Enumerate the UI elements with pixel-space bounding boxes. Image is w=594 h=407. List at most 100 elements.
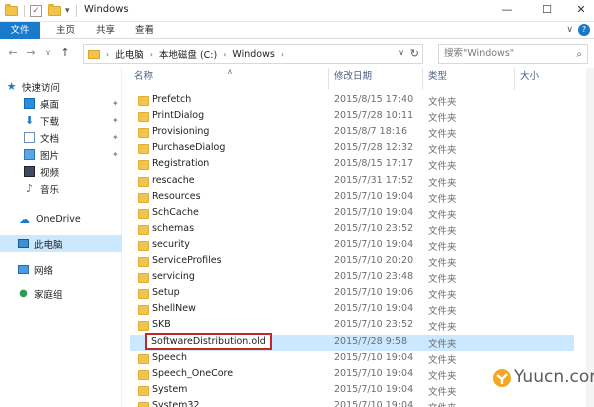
table-row[interactable]: Provisioning 2015/8/7 18:16 文件夹	[130, 125, 574, 141]
file-date-modified: 2015/7/10 19:06	[334, 287, 414, 299]
table-row[interactable]: System32 2015/7/10 19:04 文件夹	[130, 399, 574, 407]
pin-icon[interactable]: ✦	[112, 99, 119, 108]
up-arrow-icon[interactable]: ↑	[58, 46, 72, 60]
folder-icon	[138, 289, 149, 300]
sidebar-item-onedrive[interactable]: ☁ OneDrive	[0, 211, 122, 228]
file-date-modified: 2015/7/10 23:52	[334, 222, 414, 234]
breadcrumb-local-disk[interactable]: 本地磁盘 (C:)	[159, 47, 217, 61]
table-row[interactable]: PrintDialog 2015/7/28 10:11 文件夹	[130, 109, 574, 125]
close-button[interactable]: ✕	[571, 3, 591, 17]
search-input[interactable]: 搜索"Windows" ⌕	[438, 44, 588, 64]
sidebar-item-quick-access[interactable]: ★ 快速访问	[0, 78, 122, 95]
sidebar-item-downloads[interactable]: ⬇ 下载 ✦	[0, 112, 122, 129]
address-bar[interactable]: › 此电脑 › 本地磁盘 (C:) › Windows › ∨ ↻	[83, 44, 423, 64]
table-row[interactable]: ShellNew 2015/7/10 19:04 文件夹	[130, 302, 574, 318]
scrollbar[interactable]	[586, 68, 594, 407]
help-icon[interactable]: ?	[578, 24, 590, 36]
pin-icon[interactable]: ✦	[112, 116, 119, 125]
table-row[interactable]: SchCache 2015/7/10 19:04 文件夹	[130, 206, 574, 222]
file-name: Setup	[152, 287, 180, 299]
expand-ribbon-icon[interactable]: ∨	[566, 25, 573, 35]
sidebar-item-label: OneDrive	[36, 214, 81, 225]
forward-arrow-icon[interactable]: →	[24, 46, 38, 60]
file-type: 文件夹	[428, 193, 457, 205]
folder-icon	[138, 96, 149, 106]
file-name: Prefetch	[152, 94, 192, 105]
file-date-modified: 2015/7/10 19:04	[334, 190, 414, 202]
pin-icon[interactable]: ✦	[112, 133, 119, 142]
breadcrumb-separator: ›	[106, 49, 110, 59]
column-type[interactable]: 类型	[424, 68, 516, 86]
sidebar-item-pictures[interactable]: 图片 ✦	[0, 146, 122, 163]
table-row[interactable]: rescache 2015/7/31 17:52 文件夹	[130, 174, 574, 190]
table-row[interactable]: Resources 2015/7/10 19:04 文件夹	[130, 190, 574, 206]
new-folder-icon[interactable]	[48, 3, 61, 19]
column-divider[interactable]	[514, 68, 515, 90]
folder-icon	[138, 353, 149, 364]
tab-view[interactable]: 查看	[129, 22, 160, 39]
sidebar-item-network[interactable]: 网络	[0, 261, 122, 278]
file-date-modified: 2015/7/28 10:11	[334, 110, 414, 122]
file-date-modified: 2015/7/28 9:58	[334, 335, 408, 347]
address-dropdown-icon[interactable]: ∨	[398, 48, 404, 57]
title-bar: ✓ ▾ Windows — ☐ ✕	[0, 0, 594, 22]
table-row[interactable]: Prefetch 2015/8/15 17:40 文件夹	[130, 93, 574, 109]
column-date-modified[interactable]: 修改日期	[330, 68, 424, 86]
table-row[interactable]: Registration 2015/8/15 17:17 文件夹	[130, 157, 574, 173]
breadcrumb-separator[interactable]: ›	[223, 50, 226, 59]
file-name: schemas	[152, 222, 195, 234]
file-date-modified: 2015/7/10 19:04	[334, 206, 414, 218]
tab-home[interactable]: 主页	[50, 22, 81, 39]
file-name: Registration	[152, 158, 210, 170]
ribbon: 文件 主页 共享 查看 ∨?	[0, 22, 594, 39]
tab-share[interactable]: 共享	[90, 22, 121, 39]
file-name: security	[152, 238, 190, 250]
table-row[interactable]: security 2015/7/10 19:04 文件夹	[130, 238, 574, 254]
customize-toolbar-icon[interactable]: ▾	[65, 3, 70, 19]
sidebar-item-desktop[interactable]: 桌面 ✦	[0, 95, 122, 112]
sidebar-item-this-pc[interactable]: 此电脑	[0, 235, 122, 252]
table-row[interactable]: servicing 2015/7/10 23:48 文件夹	[130, 270, 574, 286]
sidebar-item-videos[interactable]: 视频	[0, 163, 122, 180]
table-row[interactable]: SoftwareDistribution.old 2015/7/28 9:58 文件…	[130, 332, 574, 351]
music-icon: ♪	[25, 182, 34, 195]
breadcrumb-separator[interactable]: ›	[281, 50, 284, 59]
minimize-button[interactable]: —	[497, 3, 517, 17]
table-row[interactable]: PurchaseDialog 2015/7/28 12:32 文件夹	[130, 141, 574, 157]
recent-locations-icon[interactable]: ∨	[41, 46, 55, 60]
table-row[interactable]: Setup 2015/7/10 19:06 文件夹	[130, 286, 574, 302]
file-type: 文件夹	[428, 225, 457, 237]
tab-file[interactable]: 文件	[0, 22, 40, 39]
sidebar-item-label: 文档	[40, 133, 60, 145]
pin-icon[interactable]: ✦	[112, 150, 119, 159]
maximize-button[interactable]: ☐	[537, 3, 557, 17]
star-icon: ★	[6, 80, 17, 93]
properties-icon[interactable]: ✓	[30, 3, 42, 19]
column-divider[interactable]	[328, 68, 329, 90]
search-icon[interactable]: ⌕	[576, 46, 582, 64]
divider	[24, 5, 25, 17]
ribbon-controls: ∨?	[566, 24, 590, 36]
breadcrumb-windows[interactable]: Windows	[232, 49, 274, 60]
back-arrow-icon[interactable]: ←	[6, 46, 20, 60]
file-type: 文件夹	[428, 97, 457, 108]
sidebar-item-music[interactable]: ♪ 音乐	[0, 180, 122, 197]
sidebar-item-homegroup[interactable]: ● 家庭组	[0, 285, 122, 302]
sidebar-item-label: 视频	[40, 167, 60, 179]
column-divider[interactable]	[422, 68, 423, 90]
folder-icon	[88, 49, 100, 59]
file-type: 文件夹	[428, 306, 457, 318]
table-row[interactable]: ServiceProfiles 2015/7/10 20:20 文件夹	[130, 254, 574, 270]
folder-icon	[138, 369, 149, 380]
breadcrumb-this-pc[interactable]: 此电脑	[115, 47, 144, 61]
table-row[interactable]: schemas 2015/7/10 23:52 文件夹	[130, 222, 574, 238]
file-date-modified: 2015/7/10 23:48	[334, 271, 414, 283]
file-date-modified: 2015/7/10 19:04	[334, 238, 414, 250]
sidebar-item-label: 下载	[40, 116, 60, 128]
refresh-icon[interactable]: ↻	[410, 47, 419, 60]
breadcrumb-separator[interactable]: ›	[150, 50, 153, 59]
file-type: 文件夹	[428, 177, 457, 189]
column-size[interactable]: 大小	[516, 68, 586, 86]
sidebar-item-documents[interactable]: 文档 ✦	[0, 129, 122, 146]
file-name: Speech	[152, 351, 187, 363]
